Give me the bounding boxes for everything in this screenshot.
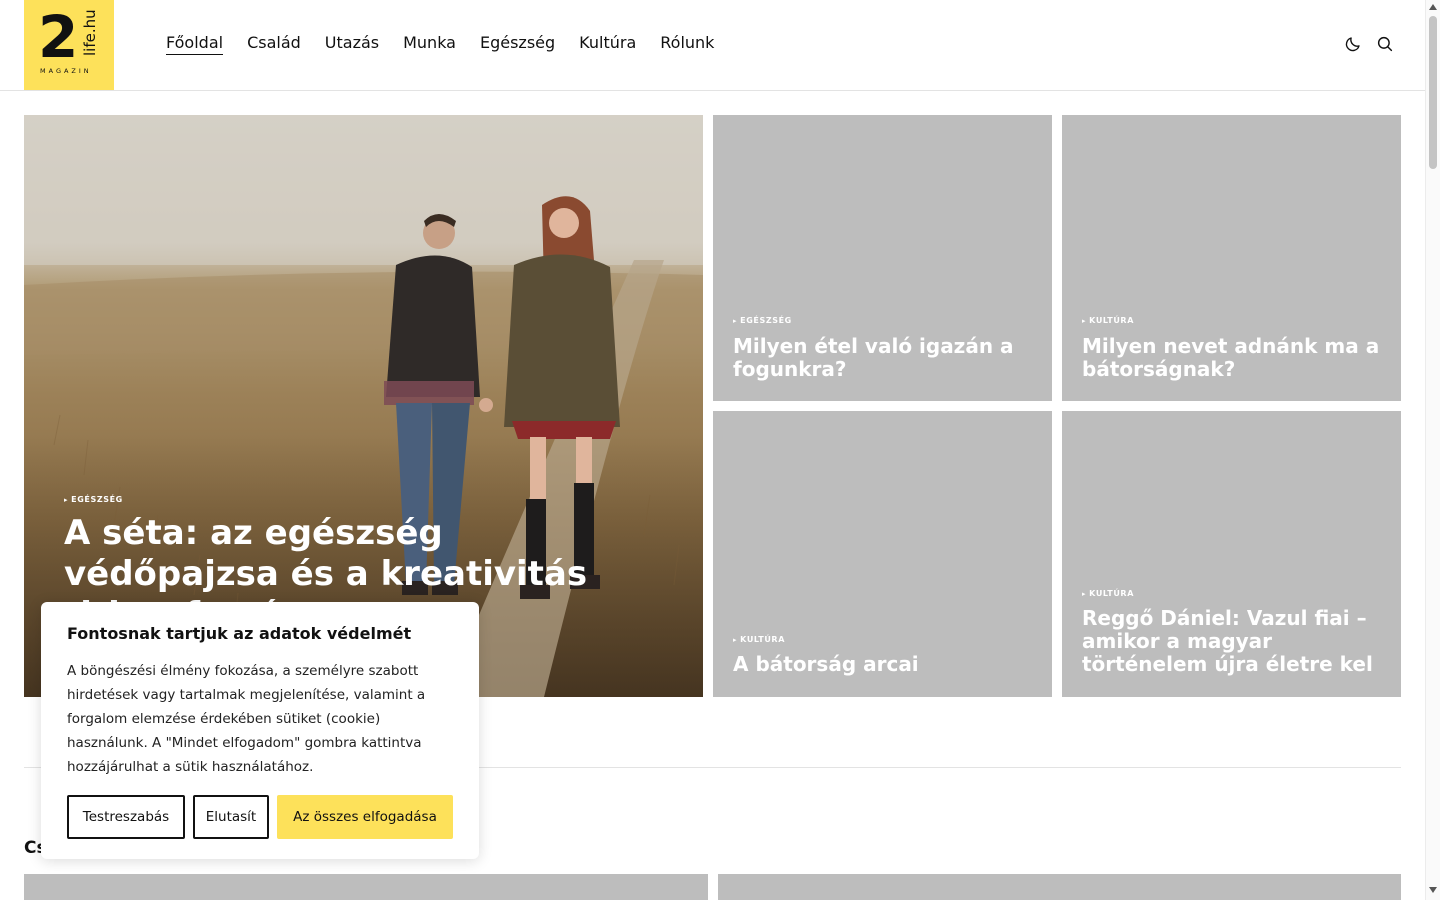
nav-item-rolunk[interactable]: Rólunk [660,33,714,55]
article-thumbnail[interactable] [718,874,1401,900]
article-card[interactable]: KULTÚRA Reggő Dániel: Vazul fiai – amiko… [1062,411,1401,697]
article-card[interactable]: KULTÚRA A bátorság arcai [713,411,1052,697]
card-title[interactable]: A bátorság arcai [733,653,1033,676]
site-logo[interactable]: 2 life.hu MAGAZIN [24,0,114,90]
search-icon[interactable] [1376,35,1394,53]
logo-site-name: life.hu [81,9,99,56]
nav-item-csalad[interactable]: Család [247,33,301,55]
main-nav: Főoldal Család Utazás Munka Egészség Kul… [166,33,714,55]
nav-item-munka[interactable]: Munka [403,33,456,55]
accept-all-button[interactable]: Az összes elfogadása [277,795,453,839]
logo-tagline: MAGAZIN [40,67,92,75]
hero-category[interactable]: EGÉSZSÉG [64,495,123,504]
nav-item-kultura[interactable]: Kultúra [579,33,636,55]
article-card[interactable]: KULTÚRA Milyen nevet adnánk ma a bátorsá… [1062,115,1401,401]
card-category[interactable]: EGÉSZSÉG [733,316,792,325]
customize-button[interactable]: Testreszabás [67,795,185,839]
card-category[interactable]: KULTÚRA [1082,589,1134,598]
scroll-up-icon[interactable] [1429,4,1437,10]
logo-number: 2 [38,3,78,71]
card-category[interactable]: KULTÚRA [733,635,785,644]
scrollbar-thumb[interactable] [1429,16,1437,169]
moon-icon[interactable] [1344,35,1362,53]
nav-item-fooldal[interactable]: Főoldal [166,33,224,55]
site-header: 2 life.hu MAGAZIN Főoldal Család Utazás … [0,0,1425,91]
reject-button[interactable]: Elutasít [193,795,269,839]
page-scrollbar[interactable] [1425,0,1440,900]
cookie-consent-dialog: Fontosnak tartjuk az adatok védelmét A b… [41,602,479,859]
article-card[interactable]: EGÉSZSÉG Milyen étel való igazán a fogun… [713,115,1052,401]
article-thumbnail[interactable] [24,874,708,900]
card-title[interactable]: Milyen étel való igazán a fogunkra? [733,335,1033,381]
nav-item-utazas[interactable]: Utazás [325,33,379,55]
cookie-text: A böngészési élmény fokozása, a személyr… [67,663,426,775]
cookie-title: Fontosnak tartjuk az adatok védelmét [67,624,412,643]
nav-item-egeszseg[interactable]: Egészség [480,33,555,55]
card-title[interactable]: Milyen nevet adnánk ma a bátorságnak? [1082,335,1382,381]
card-category[interactable]: KULTÚRA [1082,316,1134,325]
scroll-down-icon[interactable] [1429,887,1437,893]
card-title[interactable]: Reggő Dániel: Vazul fiai – amikor a magy… [1082,607,1382,676]
